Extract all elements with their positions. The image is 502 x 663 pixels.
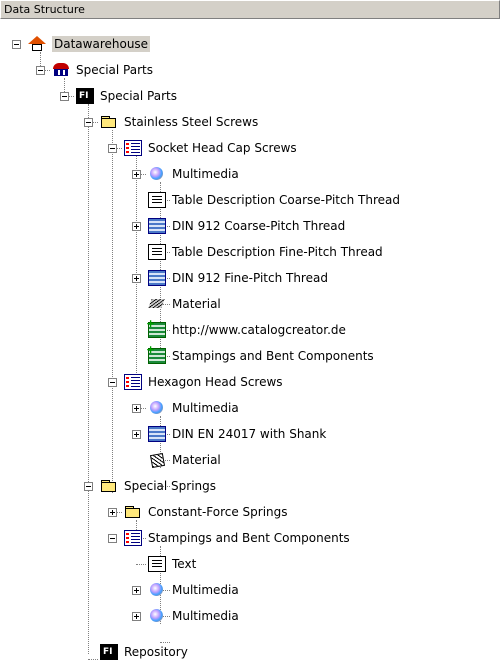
tree-node-label: Material [172, 297, 221, 311]
tree-node-sbc-text[interactable]: Text [148, 553, 196, 575]
parts-group-icon [52, 62, 70, 78]
tree-node-label: Multimedia [172, 167, 239, 181]
expand-button-din-en[interactable] [132, 430, 141, 439]
expand-button-din912-fine[interactable] [132, 274, 141, 283]
folder-icon [100, 114, 118, 130]
tree-node-label: Text [172, 557, 197, 571]
tree-line [112, 130, 113, 493]
tree-node-label: Stampings and Bent Components [148, 531, 350, 545]
expand-button-shcs-multimedia[interactable] [132, 170, 141, 179]
tree-node-label: Table Description Fine-Pitch Thread [172, 245, 383, 259]
tree-node-shcs-link[interactable]: http://www.catalogcreator.de [146, 317, 346, 341]
tree-node-shcs-multimedia[interactable]: Multimedia [148, 163, 239, 185]
collapse-button-stampings-bent[interactable] [108, 534, 117, 543]
collapse-button-special-parts-group[interactable] [36, 66, 45, 75]
tree-node-label: http://www.catalogcreator.de [172, 323, 346, 337]
collapse-button-special-springs[interactable] [84, 482, 93, 491]
tree-node-hhs-multimedia[interactable]: Multimedia [148, 397, 239, 419]
fi-catalog-icon [100, 644, 118, 660]
multimedia-icon [148, 608, 166, 624]
expand-button-sbc-multimedia-1[interactable] [132, 586, 141, 595]
tree-line [136, 156, 137, 389]
tree-node-label: Datawarehouse [52, 36, 151, 52]
tree-node-special-parts[interactable]: Special Parts [76, 85, 177, 107]
tree-node-label: Special Parts [76, 63, 153, 77]
tree-node-label: DIN 912 Coarse-Pitch Thread [172, 219, 346, 233]
tree-line [136, 564, 146, 565]
tree-line [88, 104, 89, 654]
expand-button-hhs-multimedia[interactable] [132, 404, 141, 413]
tree-node-label: Stampings and Bent Components [172, 349, 374, 363]
tree-node-special-parts-group[interactable]: Special Parts [52, 59, 153, 81]
tree-node-label: Multimedia [172, 401, 239, 415]
expand-button-din912-coarse[interactable] [132, 222, 141, 231]
collapse-button-hexagon-head-screws[interactable] [108, 378, 117, 387]
link-icon [146, 317, 166, 338]
tree-node-hexagon-head-screws[interactable]: Hexagon Head Screws [124, 371, 283, 393]
tree-node-label: DIN 912 Fine-Pitch Thread [172, 271, 328, 285]
collapse-button-stainless-steel-screws[interactable] [84, 118, 93, 127]
tree-node-repository[interactable]: Repository [100, 641, 188, 663]
tree-view[interactable]: Datawarehouse Special Parts Special Part… [0, 19, 502, 663]
tree-node-datawarehouse[interactable]: Datawarehouse [28, 33, 151, 55]
table-description-icon [148, 556, 166, 572]
tree-node-shcs-table-desc-fine[interactable]: Table Description Fine-Pitch Thread [148, 241, 383, 263]
list-icon [124, 374, 142, 390]
tree-node-label: Constant-Force Springs [148, 505, 288, 519]
table-icon [148, 426, 166, 442]
tree-node-label: Stainless Steel Screws [124, 115, 259, 129]
table-description-icon [148, 244, 166, 260]
tree-node-hhs-din-en[interactable]: DIN EN 24017 with Shank [148, 423, 326, 445]
folder-icon [124, 504, 142, 520]
material-icon [148, 296, 166, 312]
list-icon [124, 140, 142, 156]
panel-title: Data Structure [4, 3, 85, 16]
expand-button-sbc-multimedia-2[interactable] [132, 612, 141, 621]
fi-catalog-icon [76, 88, 94, 104]
tree-node-socket-head-cap-screws[interactable]: Socket Head Cap Screws [124, 137, 297, 159]
tree-node-label: Special Parts [100, 89, 177, 103]
tree-node-hhs-material[interactable]: Material [148, 449, 221, 471]
tree-node-label: Repository [124, 645, 188, 659]
table-icon [148, 218, 166, 234]
tree-node-shcs-din912-coarse[interactable]: DIN 912 Coarse-Pitch Thread [148, 215, 345, 237]
material-icon [148, 452, 166, 468]
tree-node-label: DIN EN 24017 with Shank [172, 427, 327, 441]
tree-node-shcs-din912-fine[interactable]: DIN 912 Fine-Pitch Thread [148, 267, 328, 289]
tree-node-sbc-multimedia-2[interactable]: Multimedia [148, 605, 239, 627]
tree-node-label: Material [172, 453, 221, 467]
collapse-button-socket-head-cap-screws[interactable] [108, 144, 117, 153]
house-icon [28, 36, 46, 52]
tree-node-special-springs[interactable]: Special Springs [100, 475, 216, 497]
tree-line [88, 659, 98, 660]
tree-node-shcs-table-desc-coarse[interactable]: Table Description Coarse-Pitch Thread [148, 189, 400, 211]
table-description-icon [148, 192, 166, 208]
multimedia-icon [148, 400, 166, 416]
tree-node-constant-force-springs[interactable]: Constant-Force Springs [124, 501, 288, 523]
link-icon [146, 343, 166, 364]
collapse-button-special-parts[interactable] [60, 92, 69, 101]
tree-node-shcs-material[interactable]: Material [148, 293, 221, 315]
tree-node-label: Special Springs [124, 479, 217, 493]
tree-node-sbc-multimedia-1[interactable]: Multimedia [148, 579, 239, 601]
data-structure-panel: Data Structure Datawarehouse Special Par… [0, 0, 502, 663]
list-icon [124, 530, 142, 546]
tree-node-label: Multimedia [172, 583, 239, 597]
expand-button-constant-force-springs[interactable] [108, 508, 117, 517]
tree-node-shcs-stampings[interactable]: Stampings and Bent Components [146, 343, 374, 367]
panel-header: Data Structure [0, 0, 500, 19]
tree-node-stainless-steel-screws[interactable]: Stainless Steel Screws [100, 111, 258, 133]
tree-node-label: Table Description Coarse-Pitch Thread [172, 193, 400, 207]
folder-icon [100, 478, 118, 494]
tree-node-label: Multimedia [172, 609, 239, 623]
tree-node-stampings-bent[interactable]: Stampings and Bent Components [124, 527, 350, 549]
multimedia-icon [148, 582, 166, 598]
multimedia-icon [148, 166, 166, 182]
tree-node-label: Socket Head Cap Screws [148, 141, 297, 155]
tree-node-label: Hexagon Head Screws [148, 375, 283, 389]
table-icon [148, 270, 166, 286]
collapse-button-datawarehouse[interactable] [12, 40, 21, 49]
